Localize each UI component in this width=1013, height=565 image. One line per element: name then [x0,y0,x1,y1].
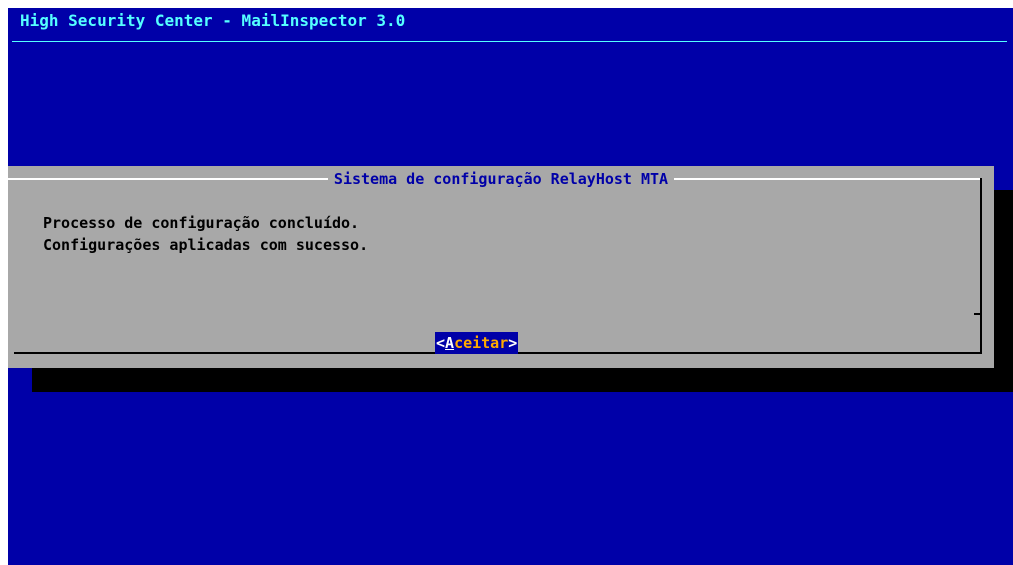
dialog-title-text: Sistema de configuração RelayHost MTA [327,170,675,188]
message-line-1: Processo de configuração concluído. [43,214,360,232]
accept-button-close-bracket: > [508,334,518,352]
dialog-border-right [980,178,982,354]
backtitle: High Security Center - MailInspector 3.0 [20,11,406,30]
accept-button-label: ceitar [454,334,509,352]
accept-button-hotkey: A [445,334,455,352]
terminal-screen: High Security Center - MailInspector 3.0… [8,8,1013,565]
dialog-message: Processo de configuração concluído. Conf… [43,212,368,256]
message-line-2: Configurações aplicadas com sucesso. [43,236,369,254]
message-dialog: Sistema de configuração RelayHost MTA Pr… [8,166,994,368]
accept-button-open-bracket: < [436,334,446,352]
dialog-title: Sistema de configuração RelayHost MTA [8,169,994,189]
dialog-button-separator [974,313,982,315]
backtitle-rule [12,41,1007,42]
accept-button[interactable]: <Aceitar> [435,332,519,354]
